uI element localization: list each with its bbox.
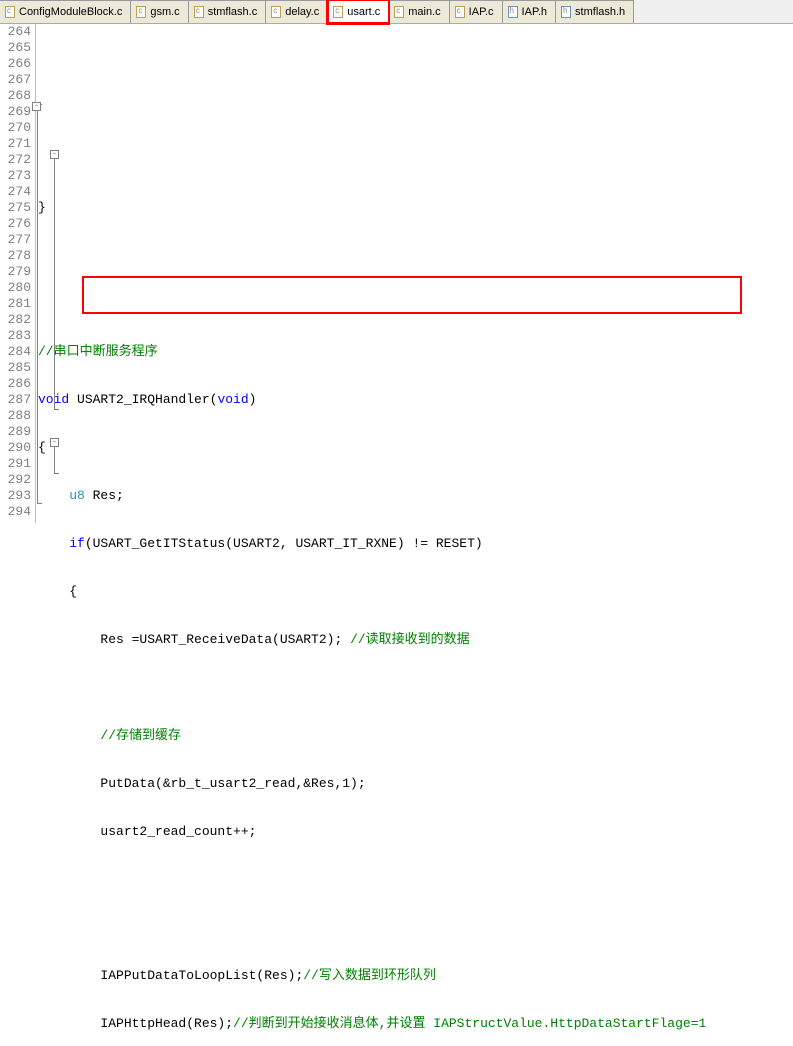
line-number: 283 (0, 328, 31, 344)
tab-label: gsm.c (150, 6, 179, 18)
line-number: 281 (0, 296, 31, 312)
line-number: 279 (0, 264, 31, 280)
line-number: 291 (0, 456, 31, 472)
tab-usart-c[interactable]: usart.c (328, 0, 389, 23)
line-number: 269 (0, 104, 31, 120)
line-number: 270 (0, 120, 31, 136)
line-number: 284 (0, 344, 31, 360)
c-file-icon (135, 6, 147, 18)
tab-label: stmflash.h (575, 6, 625, 18)
tab-stmflash-h[interactable]: stmflash.h (556, 0, 634, 23)
line-number: 293 (0, 488, 31, 504)
line-number: 272 (0, 152, 31, 168)
line-number: 285 (0, 360, 31, 376)
tab-label: IAP.h (522, 6, 548, 18)
line-number: 290 (0, 440, 31, 456)
c-file-icon (332, 6, 344, 18)
line-number: 278 (0, 248, 31, 264)
tab-label: usart.c (347, 6, 380, 18)
line-number: 274 (0, 184, 31, 200)
fold-marker[interactable]: - (32, 102, 41, 111)
line-number: 266 (0, 56, 31, 72)
tab-label: delay.c (285, 6, 319, 18)
tab-label: IAP.c (469, 6, 494, 18)
h-file-icon (560, 6, 572, 18)
line-number: 280 (0, 280, 31, 296)
tab-bar: ConfigModuleBlock.c gsm.c stmflash.c delay.… (0, 0, 793, 24)
line-number: 268 (0, 88, 31, 104)
c-file-icon (454, 6, 466, 18)
line-number: 265 (0, 40, 31, 56)
line-number: 282 (0, 312, 31, 328)
line-number: 273 (0, 168, 31, 184)
line-number: 276 (0, 216, 31, 232)
tab-ConfigModuleBlock-c[interactable]: ConfigModuleBlock.c (0, 0, 131, 23)
line-gutter: 2642652662672682692702712722732742752762… (0, 24, 36, 523)
line-number: 277 (0, 232, 31, 248)
tab-stmflash-c[interactable]: stmflash.c (189, 0, 267, 23)
tab-label: ConfigModuleBlock.c (19, 6, 122, 18)
line-number: 288 (0, 408, 31, 424)
line-number: 275 (0, 200, 31, 216)
tab-label: stmflash.c (208, 6, 258, 18)
tab-main-c[interactable]: main.c (389, 0, 449, 23)
line-number: 294 (0, 504, 31, 520)
line-number: 292 (0, 472, 31, 488)
line-number: 289 (0, 424, 31, 440)
code-line: } (38, 200, 793, 216)
tab-delay-c[interactable]: delay.c (266, 0, 328, 23)
c-file-icon (270, 6, 282, 18)
tab-gsm-c[interactable]: gsm.c (131, 0, 188, 23)
c-file-icon (193, 6, 205, 18)
c-file-icon (4, 6, 16, 18)
line-number: 286 (0, 376, 31, 392)
c-file-icon (393, 6, 405, 18)
code-area[interactable]: - - - } //串口中断服务程序 void USART2_IRQHandle… (36, 24, 793, 523)
code-editor: 2642652662672682692702712722732742752762… (0, 24, 793, 523)
line-number: 267 (0, 72, 31, 88)
fold-marker[interactable]: - (50, 150, 59, 159)
tab-IAP-c[interactable]: IAP.c (450, 0, 503, 23)
tab-IAP-h[interactable]: IAP.h (503, 0, 557, 23)
line-number: 287 (0, 392, 31, 408)
line-number: 264 (0, 24, 31, 40)
line-number: 271 (0, 136, 31, 152)
tab-label: main.c (408, 6, 440, 18)
fold-marker[interactable]: - (50, 438, 59, 447)
h-file-icon (507, 6, 519, 18)
